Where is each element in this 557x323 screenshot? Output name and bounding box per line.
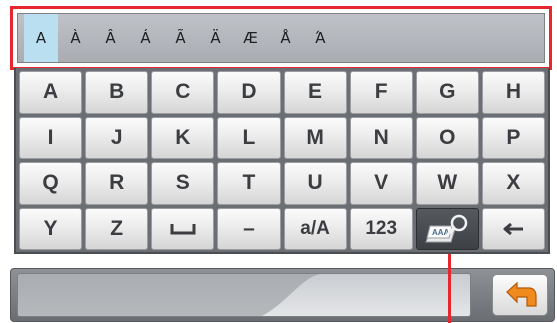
- on-screen-keyboard: A B C D E F G H I J K L M N O P Q R S T …: [14, 68, 550, 254]
- accent-char-alpha-tonos[interactable]: Ά: [303, 14, 338, 62]
- space-key[interactable]: [151, 207, 215, 250]
- case-toggle-key[interactable]: a/A: [283, 207, 347, 250]
- key-e[interactable]: E: [283, 71, 347, 114]
- key-n[interactable]: N: [349, 116, 413, 159]
- key-s[interactable]: S: [151, 162, 215, 205]
- bottom-bar: [10, 268, 555, 322]
- key-a[interactable]: A: [19, 71, 83, 114]
- numbers-key[interactable]: 123: [349, 207, 413, 250]
- key-l[interactable]: L: [217, 116, 281, 159]
- accent-char-a-tilde[interactable]: Ã: [163, 14, 198, 62]
- accent-char-ae[interactable]: Æ: [233, 14, 268, 62]
- key-m[interactable]: M: [283, 116, 347, 159]
- accent-char-a-circumflex[interactable]: Â: [93, 14, 128, 62]
- key-i[interactable]: I: [19, 116, 83, 159]
- key-q[interactable]: Q: [19, 162, 83, 205]
- key-w[interactable]: W: [415, 162, 479, 205]
- key-d[interactable]: D: [217, 71, 281, 114]
- key-x[interactable]: X: [481, 162, 545, 205]
- keyboard-screen: A À Â Á Ã Ä Æ Å Ά A B C D E F G H I J K …: [0, 0, 557, 323]
- key-u[interactable]: U: [283, 162, 347, 205]
- space-bar-icon: [170, 223, 196, 235]
- special-chars-badge: AAA: [432, 228, 450, 237]
- key-t[interactable]: T: [217, 162, 281, 205]
- backspace-key[interactable]: [481, 207, 545, 250]
- dash-key[interactable]: –: [217, 207, 281, 250]
- accent-characters-highlight: A À Â Á Ã Ä Æ Å Ά: [10, 6, 552, 70]
- key-c[interactable]: C: [151, 71, 215, 114]
- key-p[interactable]: P: [481, 116, 545, 159]
- back-button[interactable]: [492, 274, 548, 316]
- key-o[interactable]: O: [415, 116, 479, 159]
- text-input-field[interactable]: [17, 273, 471, 317]
- key-k[interactable]: K: [151, 116, 215, 159]
- key-r[interactable]: R: [85, 162, 149, 205]
- key-g[interactable]: G: [415, 71, 479, 114]
- accent-char-a-grave[interactable]: À: [58, 14, 93, 62]
- accent-char-a-acute[interactable]: Á: [128, 14, 163, 62]
- accent-char-a-ring[interactable]: Å: [268, 14, 303, 62]
- accent-char-a[interactable]: A: [24, 14, 58, 62]
- special-chars-key[interactable]: AAA: [415, 207, 479, 250]
- key-y[interactable]: Y: [19, 207, 83, 250]
- return-arrow-icon: [506, 281, 537, 307]
- magnifier-icon: AAA: [425, 214, 468, 243]
- key-h[interactable]: H: [481, 71, 545, 114]
- key-j[interactable]: J: [85, 116, 149, 159]
- field-highlight-shape: [18, 274, 323, 316]
- key-f[interactable]: F: [349, 71, 413, 114]
- annotation-pointer-line: [448, 254, 451, 323]
- backspace-arrow-icon: [503, 222, 524, 235]
- key-z[interactable]: Z: [85, 207, 149, 250]
- key-v[interactable]: V: [349, 162, 413, 205]
- accent-characters-bar: A À Â Á Ã Ä Æ Å Ά: [17, 13, 545, 63]
- accent-char-a-umlaut[interactable]: Ä: [198, 14, 233, 62]
- key-b[interactable]: B: [85, 71, 149, 114]
